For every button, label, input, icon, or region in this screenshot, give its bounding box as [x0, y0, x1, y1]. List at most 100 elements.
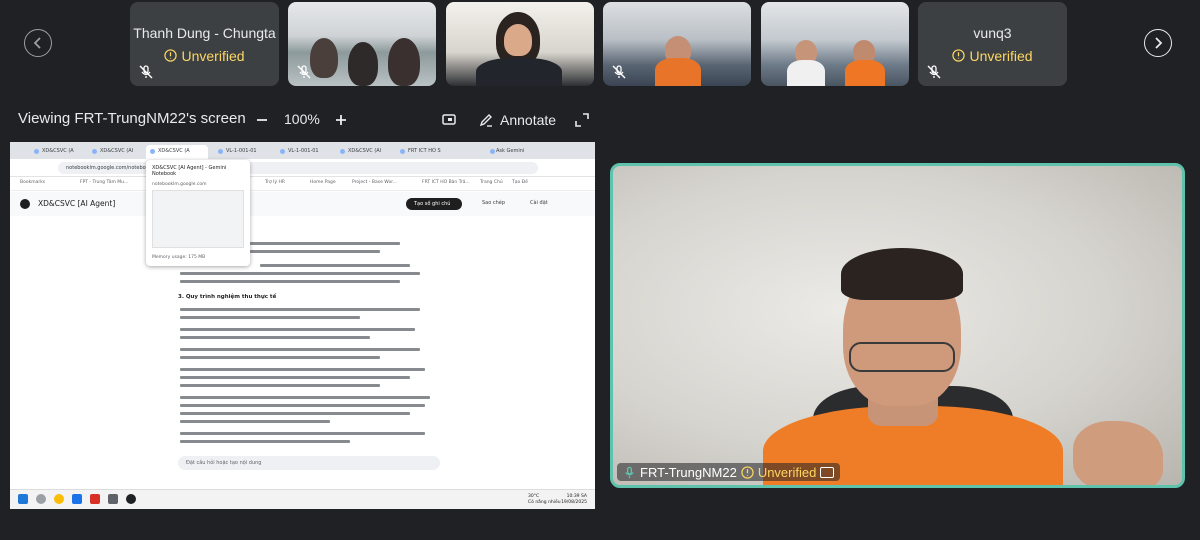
browser-address-bar: notebooklm.google.com/notebook/...?addSo… [10, 159, 595, 177]
annotate-label: Annotate [500, 112, 557, 128]
browser-tab: XD&CSVC (Al [336, 145, 381, 159]
screen-share-indicator-icon [820, 466, 835, 478]
expand-icon [575, 113, 589, 127]
chevron-right-icon [1155, 37, 1163, 49]
muted-mic-icon [611, 64, 627, 80]
tab-preview-url: notebooklm.google.com [152, 182, 207, 187]
participant-video-person [310, 38, 338, 78]
participant-video-tile-meeting-room[interactable] [603, 2, 751, 86]
muted-mic-icon [138, 64, 154, 80]
participant-video-person [348, 42, 378, 86]
bookmark-item: Project - Base Wor... [352, 180, 397, 185]
text-line [250, 242, 400, 245]
speaker-name-bar: FRT-TrungNM22 Unverified [617, 463, 841, 481]
active-speaker-tile[interactable]: FRT-TrungNM22 Unverified [610, 163, 1185, 488]
bookmark-item: Bookmarks [20, 180, 46, 185]
participant-tile-vunq3[interactable]: vunq3 Unverified [918, 2, 1067, 86]
participant-name: Thanh Dung - Chungta [133, 24, 276, 41]
viewing-screen-label: Viewing FRT-TrungNM22's screen [18, 110, 246, 127]
tab-preview-title: XD&CSVC [AI Agent] - Gemini Notebook [152, 165, 227, 177]
warning-circle-icon [741, 465, 754, 479]
text-line [180, 368, 425, 371]
zoom-level: 100% [284, 111, 320, 127]
participant-video-person [476, 58, 562, 86]
zoom-out-button[interactable] [254, 110, 270, 130]
text-line [180, 336, 370, 339]
chrome-icon [54, 494, 64, 504]
browser-tab: FRT ICT HO S [396, 145, 441, 159]
text-line [180, 432, 425, 435]
tab-hover-preview: XD&CSVC [AI Agent] - Gemini Notebook not… [146, 160, 250, 266]
bookmark-item: Tạo Đề [512, 180, 528, 185]
chat-input: Đặt câu hỏi hoặc tạo nội dung [178, 456, 440, 470]
previous-participants-button[interactable] [24, 29, 52, 57]
bookmark-item: Home Page [310, 180, 336, 185]
muted-mic-icon [296, 64, 312, 80]
speaker-video-hair [841, 248, 963, 300]
windows-start-icon [18, 494, 28, 504]
unverified-label: Unverified [181, 47, 245, 64]
text-line [180, 348, 420, 351]
pop-out-screen-button[interactable] [440, 110, 458, 130]
minus-icon [257, 119, 267, 121]
present-screen-icon [442, 114, 456, 125]
mic-icon [625, 466, 634, 478]
text-line [180, 308, 420, 311]
pen-icon [479, 114, 492, 127]
section-heading: 3. Quy trình nghiệm thu thực tế [178, 294, 277, 300]
participant-video-person [655, 58, 701, 86]
text-line [180, 356, 380, 359]
speaker-unverified-label: Unverified [757, 464, 817, 480]
warning-circle-icon [952, 49, 966, 62]
clock-date: 19/08/2025 [561, 500, 587, 505]
warning-circle-icon [164, 49, 178, 62]
text-line [180, 376, 410, 379]
browser-tab: VL-1-001-01 [214, 145, 257, 159]
tab-preview-thumbnail [152, 190, 244, 248]
unverified-label: Unverified [969, 47, 1033, 64]
text-line [180, 396, 430, 399]
text-line [260, 264, 410, 267]
browser-tab-active: XD&CSVC (A [146, 145, 208, 159]
text-line [180, 384, 380, 387]
zoom-in-button[interactable] [333, 110, 349, 130]
text-line [180, 272, 420, 275]
browser-tab: XD&CSVC (AI [88, 145, 133, 159]
address-url: notebooklm.google.com/notebook/...?addSo… [58, 162, 538, 174]
speaker-video-glasses [849, 342, 955, 372]
next-participants-button[interactable] [1144, 29, 1172, 57]
text-line [250, 250, 380, 253]
weather-desc: Có nắng nhiều [528, 500, 561, 505]
chevron-left-icon [33, 37, 41, 49]
participant-video-tile-office-group[interactable] [288, 2, 436, 86]
participant-video-person [845, 60, 885, 86]
participant-video-person [504, 24, 532, 56]
speaker-name: FRT-TrungNM22 [640, 464, 737, 480]
plus-icon [336, 115, 346, 125]
copy-button: Sao chép [482, 200, 506, 206]
app-icon [126, 494, 136, 504]
app-icon [72, 494, 82, 504]
participant-tile-thanh-dung[interactable]: Thanh Dung - Chungta Unverified [130, 2, 279, 86]
browser-tab: XD&CSVC (A [30, 145, 74, 159]
notebooklm-logo-icon [20, 199, 30, 209]
app-icon [90, 494, 100, 504]
bookmark-item: FPT - Trung Tâm Mu... [80, 180, 129, 185]
text-line [180, 420, 330, 423]
settings-button: Cài đặt [530, 200, 548, 206]
fullscreen-button[interactable] [574, 110, 590, 130]
search-icon [36, 494, 46, 504]
participant-video-tile-woman[interactable] [446, 2, 594, 86]
participant-video-tile-two-people[interactable] [761, 2, 909, 86]
unverified-badge: Unverified [952, 47, 1033, 64]
annotate-button[interactable]: Annotate [478, 110, 558, 130]
text-line [180, 280, 400, 283]
shared-screen-view[interactable]: XD&CSVC (A XD&CSVC (AI XD&CSVC (A VL-1-0… [10, 142, 595, 509]
muted-mic-icon [926, 64, 942, 80]
weather-widget: 30°C Có nắng nhiều [528, 494, 561, 506]
bookmark-item: Trợ lý HR [265, 180, 285, 185]
text-line [180, 440, 350, 443]
browser-tab-bar: XD&CSVC (A XD&CSVC (AI XD&CSVC (A VL-1-0… [10, 142, 595, 159]
participant-name: vunq3 [973, 24, 1012, 41]
bookmark-item: Trang Chủ [480, 180, 503, 185]
